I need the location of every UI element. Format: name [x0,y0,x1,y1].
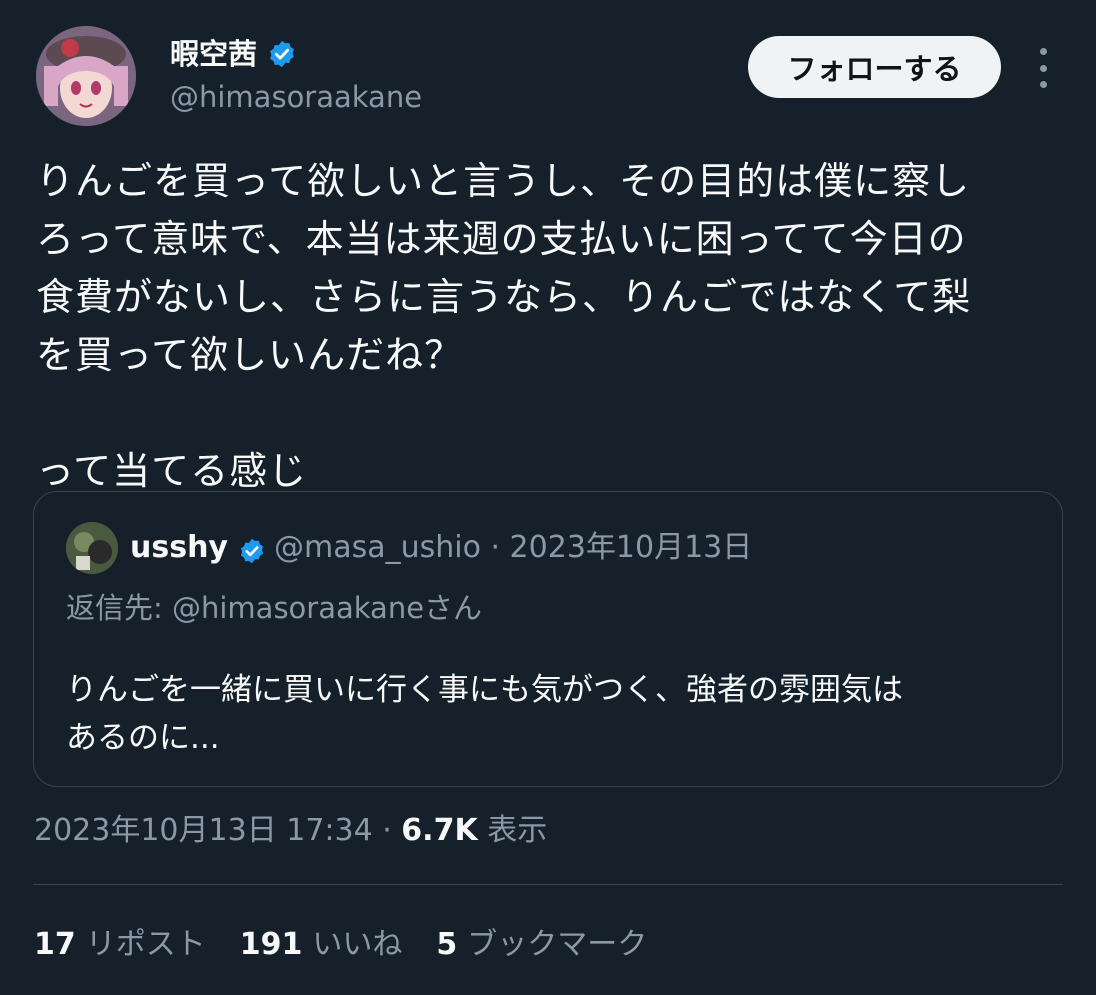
tweet-text: りんごを買って欲しいと言うし、その目的は僕に察し ろって意味で、本当は来週の支払… [36,152,1060,500]
author-handle[interactable]: @himasoraakane [170,78,422,116]
tweet-timestamp: 2023年10月13日 17:34 · 6.7K 表示 [34,808,547,854]
quoted-tweet[interactable]: usshy @masa_ushio · 2023年10月13日 返信先: @hi… [33,491,1063,787]
bookmarks-label: ブックマーク [467,927,648,962]
quoted-author-avatar[interactable] [66,522,118,574]
engagement-stats: 17 リポスト 191 いいね 5 ブックマーク [34,922,647,968]
reposts-label: リポスト [85,927,206,962]
quoted-body-line: あるのに... [66,720,220,756]
quoted-header: usshy @masa_ushio · 2023年10月13日 [130,526,752,570]
likes-label: いいね [312,927,403,962]
more-vertical-icon[interactable] [1028,48,1058,88]
views-label: 表示 [477,813,548,848]
tweet-line: りんごを買って欲しいと言うし、その目的は僕に察し [36,159,971,203]
tweet-line [36,384,1060,442]
views-count: 6.7K [401,813,478,848]
author-display-name: 暇空茜 [170,37,258,71]
likes-stat[interactable]: 191 いいね [240,922,403,968]
tweet-line: を買って欲しいんだね？ [36,333,464,377]
tweet-line: 食費がないし、さらに言うなら、りんごではなくて梨 [36,275,972,319]
bookmarks-count: 5 [436,927,458,962]
reposts-count: 17 [34,927,76,962]
reposts-stat[interactable]: 17 リポスト [34,922,206,968]
tweet-line: ろって意味で、本当は来週の支払いに困ってて今日の [36,217,967,261]
verified-badge-icon [267,39,297,69]
likes-count: 191 [239,927,303,962]
bookmarks-stat[interactable]: 5 ブックマーク [436,922,647,968]
quoted-display-name[interactable]: usshy [130,526,228,570]
author-avatar[interactable] [36,26,136,126]
verified-badge-icon [238,534,266,564]
follow-button[interactable]: フォローする [748,36,1001,98]
quoted-handle-date: @masa_ushio · 2023年10月13日 [273,530,753,565]
divider [33,884,1063,885]
quoted-reply-to: 返信先: @himasoraakaneさん [66,591,483,625]
quoted-body: りんごを一緒に買いに行く事にも気がつく、強者の雰囲気は あるのに... [66,666,903,762]
author-name[interactable]: 暇空茜 [170,34,297,74]
timestamp-text[interactable]: 2023年10月13日 17:34 · [34,813,401,848]
quoted-body-line: りんごを一緒に買いに行く事にも気がつく、強者の雰囲気は [66,672,903,708]
